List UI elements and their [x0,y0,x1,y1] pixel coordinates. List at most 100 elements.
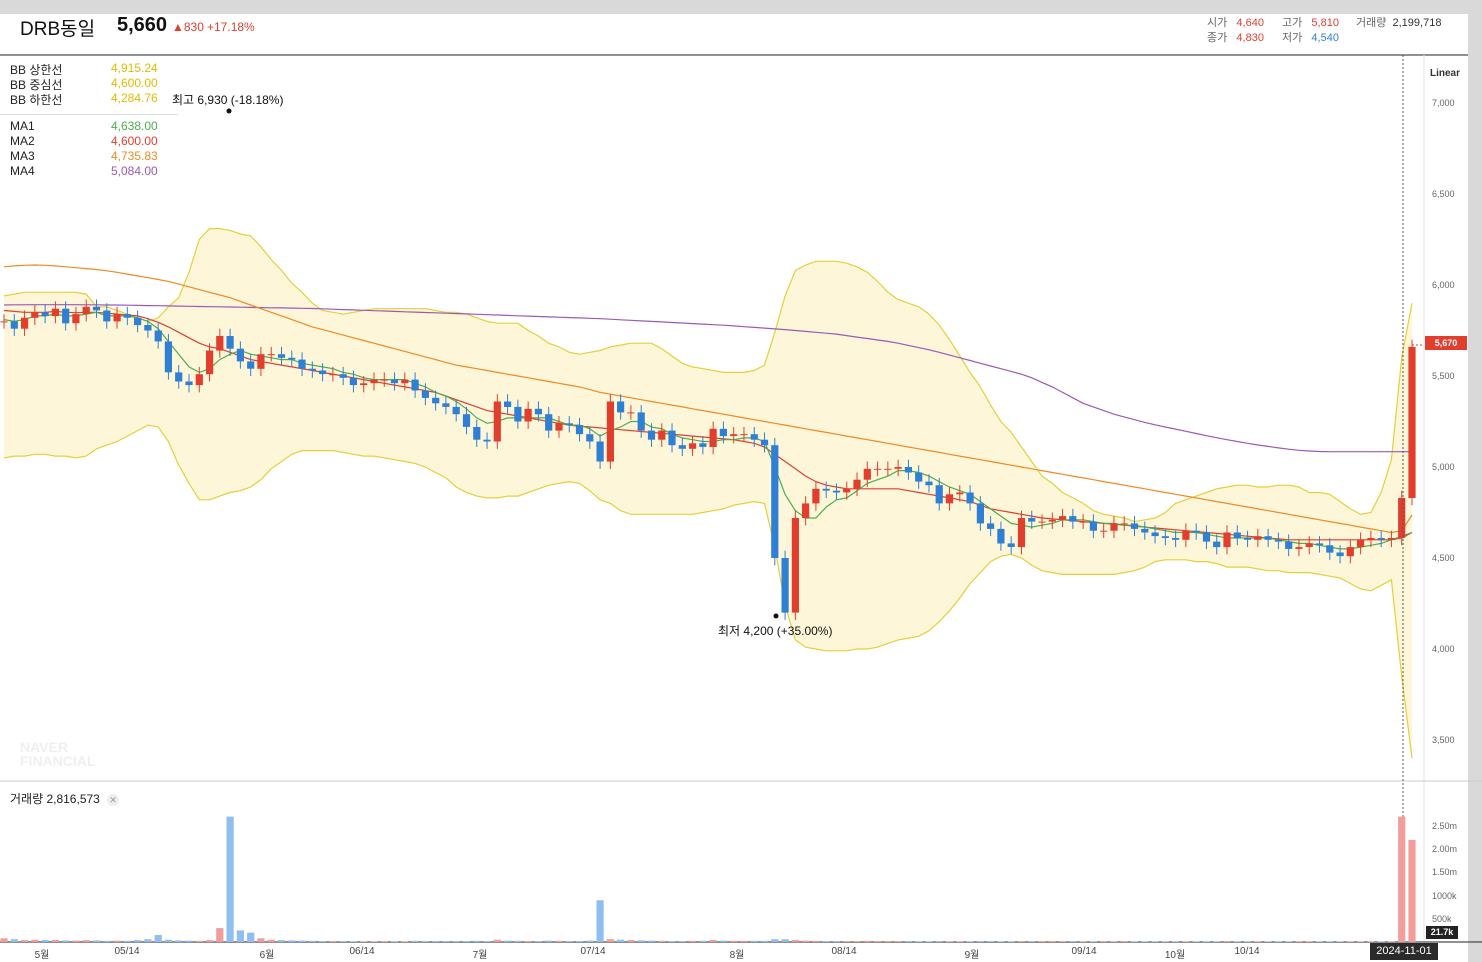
candle-body [92,306,101,311]
naver-watermark: NAVER FINANCIAL [20,739,96,769]
scale-mode-toggle[interactable]: Linear [1430,68,1460,79]
volume-last-tag: 21.7k [1426,926,1458,939]
candle-body [370,379,378,384]
volume-bar [92,940,101,942]
candle-body [791,518,799,613]
volume-bar [1326,941,1334,942]
candle-body [298,359,306,369]
candle-body [1408,346,1416,498]
window-top-bar [0,0,1482,14]
volume-bar [267,939,275,942]
y-tick-label: 6,000 [1432,280,1455,290]
candle-body [894,467,902,469]
volume-bar [976,941,984,942]
volume-bar [668,941,676,942]
volume-bar [1264,941,1272,942]
legend-ma4: MA4 5,084.00 [10,164,158,178]
candle-body [1007,543,1015,547]
volume-bar [247,932,255,942]
volume-bar [1357,941,1365,942]
candle-body [596,441,604,462]
volume-bar [1233,941,1241,942]
candle-body [545,414,553,431]
volume-bar [1028,941,1036,942]
y-tick-label: 5,000 [1432,462,1455,472]
volume-bar [1408,839,1416,942]
candle-body [658,430,666,440]
y-tick-label: 7,000 [1432,98,1455,108]
stock-name: DRB동일 [20,19,96,40]
volume-bar [82,940,90,942]
candle-body [1079,521,1087,523]
candle-body [1305,543,1313,547]
candle-body [257,354,265,369]
volume-bar [524,941,532,942]
volume-tick-label: 2.50m [1432,820,1458,831]
volume-bar [596,900,604,942]
candle-body [750,434,758,440]
price-change: ▲830 [172,20,204,34]
window-right-bar [1468,14,1482,962]
stat-high: 고가 5,810 [1282,17,1339,29]
volume-bar [771,939,779,942]
candle-body [730,434,738,436]
volume-bar [390,941,399,942]
x-tick-label: 7월 [472,950,488,961]
close-volume-icon[interactable]: ✕ [107,794,120,806]
volume-bar [154,935,162,942]
candle-body [123,314,131,318]
candle-body [668,430,676,446]
y-tick-label: 3,500 [1432,735,1455,745]
y-tick-label: 4,000 [1432,644,1455,654]
candle-body [185,381,193,386]
candle-body [432,397,440,404]
candle-body [935,485,943,504]
stat-low: 저가 4,540 [1282,32,1339,44]
candle-body [226,336,234,349]
volume-bar [863,940,871,942]
candle-body [390,379,399,384]
volume-bar [1017,941,1026,942]
volume-bar [740,940,748,942]
volume-bar [555,940,563,942]
candle-body [195,374,203,386]
volume-bar [1069,941,1077,942]
volume-bar [483,941,491,942]
x-tick-label: 05/14 [114,946,140,957]
volume-bar [802,940,810,942]
candle-body [565,423,573,426]
volume-bar [1161,941,1169,942]
volume-bar [1079,941,1087,942]
candle-body [647,430,656,440]
candle-body [719,428,727,437]
volume-bar [1377,941,1385,942]
x-tick-label: 06/14 [349,946,375,957]
candle-body [493,401,501,442]
volume-bar [637,940,645,942]
candle-body [1295,547,1303,549]
volume-bar [843,941,851,942]
candle-body [1367,538,1375,540]
x-tick-label: 5월 [34,950,50,961]
volume-bar [164,939,172,942]
candle-body [966,492,974,504]
volume-bar [473,940,481,942]
candle-body [452,406,460,415]
candle-body [1346,547,1354,557]
volume-bar [956,941,964,942]
volume-bar [298,940,306,942]
candle-body [1377,538,1385,540]
volume-bar [760,940,769,942]
candle-body [473,427,481,440]
volume-bar [277,940,286,942]
candle-body [945,494,954,504]
candle-body [411,379,419,391]
volume-bar [308,940,316,942]
candle-body [925,481,933,486]
volume-bar [658,940,666,942]
volume-bar [103,940,111,942]
volume-bar [401,941,409,942]
candle-body [319,370,327,375]
y-tick-label: 6,500 [1432,189,1455,199]
volume-bar [1223,941,1231,942]
